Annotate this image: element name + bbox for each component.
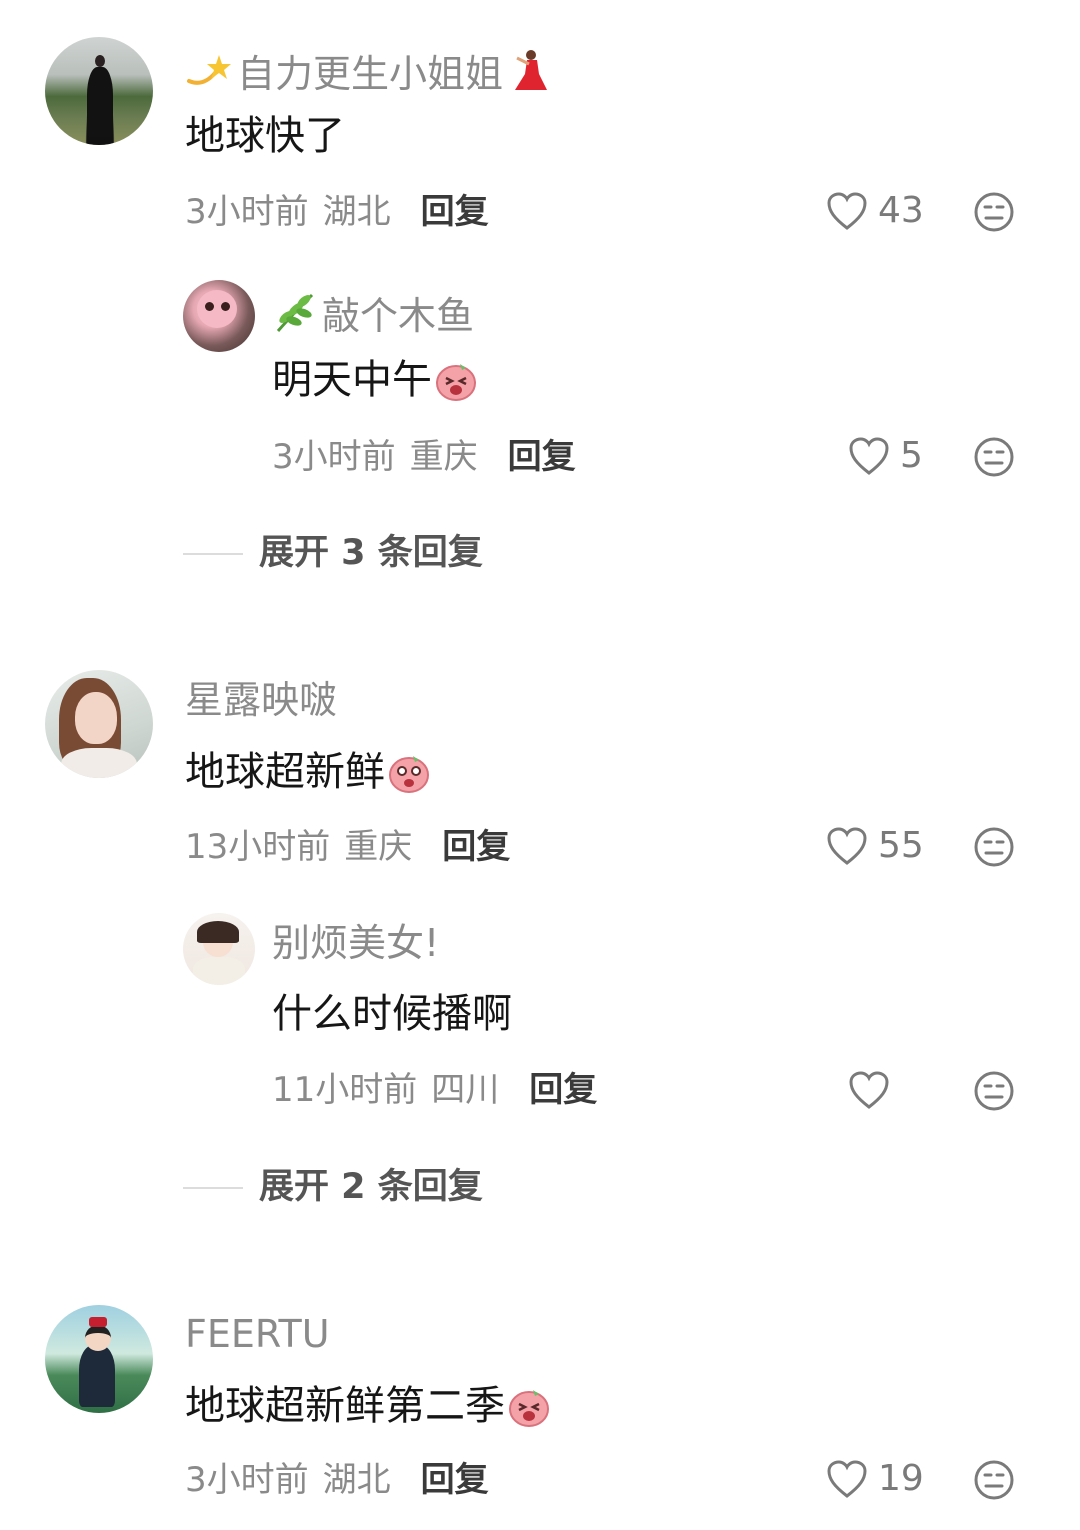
comment-location: 四川 (431, 1070, 500, 1110)
comment-location: 重庆 (409, 437, 478, 477)
comment-time: 13小时前 (185, 827, 331, 867)
heart-outline-icon (827, 1460, 867, 1498)
comment-time: 3小时前 (185, 192, 309, 232)
divider (183, 552, 243, 555)
reply-button[interactable]: 回复 (529, 1073, 597, 1107)
content-text: 地球超新鲜 (185, 749, 385, 795)
username-text: FEERTU (185, 1312, 330, 1356)
pink-blob-sticker-icon (389, 756, 429, 793)
comment-username[interactable]: 自力更生小姐姐 (185, 48, 549, 100)
pink-blob-sticker-icon (436, 364, 476, 401)
comment-meta: 13小时前 重庆 回复 (185, 830, 510, 864)
like-count: 19 (878, 1458, 924, 1499)
comment-meta: 3小时前 湖北 回复 (185, 195, 489, 229)
reply-button[interactable]: 回复 (421, 1463, 489, 1497)
avatar[interactable] (45, 37, 153, 145)
expand-label: 展开 3 条回复 (259, 533, 483, 573)
dancer-icon (509, 48, 549, 100)
expand-label: 展开 2 条回复 (259, 1167, 483, 1207)
like-button[interactable]: 43 (826, 191, 924, 231)
meh-face-icon[interactable] (973, 191, 1015, 233)
reply-meta: 11小时前 四川 回复 (272, 1073, 597, 1107)
reply-button[interactable]: 回复 (421, 195, 489, 229)
comment-content: 地球超新鲜 (185, 750, 433, 794)
comment-username[interactable]: 星露映啵 (185, 681, 337, 719)
like-button[interactable]: 19 (826, 1459, 924, 1499)
comment-location: 湖北 (322, 1460, 391, 1500)
comment-location: 湖北 (322, 192, 391, 232)
avatar[interactable] (45, 670, 153, 778)
username-text: 别烦美女! (272, 921, 440, 965)
comment-location: 重庆 (344, 827, 413, 867)
content-text: 明天中午 (272, 357, 432, 403)
comment-time: 3小时前 (272, 437, 396, 477)
content-text: 地球超新鲜第二季 (185, 1383, 505, 1429)
heart-outline-icon (849, 1071, 889, 1109)
meh-face-icon[interactable] (973, 436, 1015, 478)
reply-button[interactable]: 回复 (442, 830, 510, 864)
avatar[interactable] (45, 1305, 153, 1413)
like-button[interactable] (848, 1070, 900, 1110)
herb-icon (272, 291, 318, 341)
reply-button[interactable]: 回复 (508, 440, 576, 474)
comment-time: 3小时前 (185, 1460, 309, 1500)
heart-outline-icon (827, 827, 867, 865)
comment-meta: 3小时前 湖北 回复 (185, 1463, 489, 1497)
like-button[interactable]: 55 (826, 826, 924, 866)
expand-replies-button[interactable]: 展开 2 条回复 (183, 1170, 483, 1205)
pink-blob-sticker-icon (509, 1390, 549, 1427)
reply-content: 什么时候播啊 (272, 991, 512, 1037)
username-text: 敲个木鱼 (322, 294, 475, 338)
meh-face-icon[interactable] (973, 1459, 1015, 1501)
heart-outline-icon (849, 437, 889, 475)
reply-username[interactable]: 别烦美女! (272, 924, 439, 962)
username-text: 自力更生小姐姐 (237, 52, 504, 96)
reply-meta: 3小时前 重庆 回复 (272, 440, 576, 474)
comment-content: 地球快了 (185, 113, 345, 159)
reply-content: 明天中午 (272, 358, 480, 402)
meh-face-icon[interactable] (973, 1070, 1015, 1112)
expand-replies-button[interactable]: 展开 3 条回复 (183, 536, 483, 571)
like-button[interactable]: 5 (848, 436, 923, 476)
like-count: 55 (878, 825, 924, 866)
reply-username[interactable]: 敲个木鱼 (272, 291, 474, 341)
avatar[interactable] (183, 280, 255, 352)
divider (183, 1186, 243, 1189)
avatar[interactable] (183, 913, 255, 985)
comment-username[interactable]: FEERTU (185, 1315, 330, 1353)
like-count: 5 (900, 435, 923, 476)
heart-outline-icon (827, 192, 867, 230)
like-count: 43 (878, 190, 924, 231)
comment-time: 11小时前 (272, 1070, 418, 1110)
comment-content: 地球超新鲜第二季 (185, 1384, 553, 1428)
meh-face-icon[interactable] (973, 826, 1015, 868)
username-text: 星露映啵 (185, 678, 338, 722)
dizzy-star-icon (185, 51, 233, 97)
